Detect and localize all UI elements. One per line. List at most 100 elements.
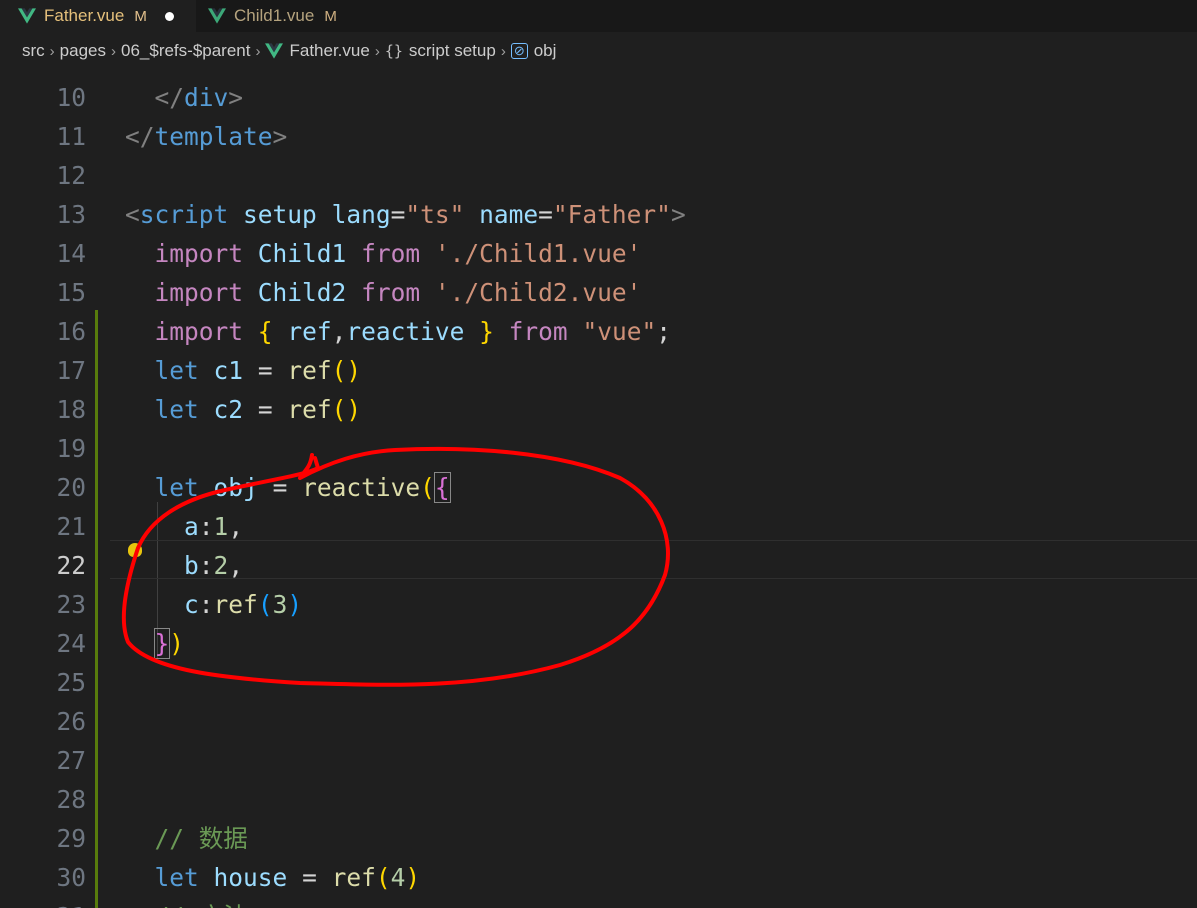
breadcrumb-item-folder[interactable]: 06_$refs-$parent: [121, 41, 250, 61]
chevron-right-icon: ›: [374, 42, 380, 60]
code-token: from: [508, 317, 568, 346]
breadcrumb-item-src[interactable]: src: [22, 41, 45, 61]
line-number: 30: [56, 863, 86, 892]
code-token: name: [479, 200, 539, 229]
code-token: template: [154, 122, 273, 151]
code-line[interactable]: 20 let obj = reactive({: [0, 468, 1197, 507]
code-line[interactable]: 17 let c1 = ref(): [0, 351, 1197, 390]
code-token: let: [154, 395, 199, 424]
code-token: ,: [228, 512, 244, 541]
code-text: b:2,: [125, 546, 243, 585]
code-token: Child1: [257, 239, 347, 268]
code-line[interactable]: 16 import { ref,reactive } from "vue";: [0, 312, 1197, 351]
code-token: =: [257, 395, 273, 424]
code-text: </div>: [125, 78, 244, 117]
line-number: 16: [56, 317, 86, 346]
code-line[interactable]: 12: [0, 156, 1197, 195]
code-token: </: [125, 122, 155, 151]
code-token: div: [184, 83, 229, 112]
code-token: <: [125, 200, 140, 229]
code-text: // 数据: [125, 819, 248, 858]
code-line[interactable]: 21 a:1,: [0, 507, 1197, 546]
code-token: ,: [331, 317, 347, 346]
code-line[interactable]: 19: [0, 429, 1197, 468]
breadcrumb-item-obj[interactable]: ⊘ obj: [510, 41, 556, 61]
line-number: 21: [56, 512, 86, 541]
line-number: 15: [56, 278, 86, 307]
code-token: =: [302, 863, 317, 892]
code-line[interactable]: 30 let house = ref(4): [0, 858, 1197, 897]
code-line[interactable]: 26: [0, 702, 1197, 741]
chevron-right-icon: ›: [49, 42, 55, 60]
modified-indicator: M: [134, 7, 147, 25]
code-token: =: [390, 200, 406, 229]
code-text: a:1,: [125, 507, 243, 546]
code-token: import: [154, 317, 244, 346]
breadcrumb-item-file[interactable]: Father.vue: [265, 41, 370, 61]
code-line[interactable]: 15 import Child2 from './Child2.vue': [0, 273, 1197, 312]
code-token: =: [257, 356, 273, 385]
code-line[interactable]: 24 }): [0, 624, 1197, 663]
code-line[interactable]: 18 let c2 = ref(): [0, 390, 1197, 429]
code-line[interactable]: 10 </div>: [0, 78, 1197, 117]
code-token: >: [272, 122, 288, 151]
code-line[interactable]: 14 import Child1 from './Child1.vue': [0, 234, 1197, 273]
code-line[interactable]: 22 b:2,: [0, 546, 1197, 585]
modified-indicator: M: [324, 7, 337, 25]
code-line[interactable]: 28: [0, 780, 1197, 819]
code-token: // 数据: [154, 824, 248, 853]
line-number: 25: [56, 668, 86, 697]
code-token: ): [169, 629, 185, 658]
code-token: {: [257, 317, 273, 346]
breadcrumb-item-script-setup[interactable]: {} script setup: [385, 41, 496, 61]
line-number: 19: [56, 434, 86, 463]
code-text: </template>: [125, 117, 287, 156]
tab-father-vue[interactable]: Father.vue M: [0, 0, 196, 32]
chevron-right-icon: ›: [111, 42, 116, 60]
code-text: <script setup lang="ts" name="Father">: [125, 195, 686, 234]
code-token: let: [154, 473, 199, 502]
code-token: {: [433, 472, 451, 503]
code-token: reactive: [346, 317, 465, 346]
code-token: let: [154, 863, 199, 892]
code-token: (: [257, 590, 273, 619]
code-token: "ts": [405, 200, 465, 229]
breadcrumb: src › pages › 06_$refs-$parent › Father.…: [0, 32, 1197, 70]
unsaved-dot-icon[interactable]: [164, 11, 174, 21]
code-token: c1: [213, 356, 244, 385]
code-token: from: [361, 278, 421, 307]
code-token: import: [154, 239, 244, 268]
code-token: 4: [390, 863, 406, 892]
code-token: './Child1.vue': [434, 239, 642, 268]
code-text: let c2 = ref(): [125, 390, 362, 429]
chevron-right-icon: ›: [500, 42, 506, 60]
code-line[interactable]: 31 // 方法: [0, 897, 1197, 908]
vue-file-icon: [18, 8, 36, 24]
line-number: 18: [56, 395, 86, 424]
code-line[interactable]: 11 </template>: [0, 117, 1197, 156]
line-number: 27: [56, 746, 86, 775]
line-number: 31: [0, 897, 86, 908]
code-line[interactable]: 13 <script setup lang="ts" name="Father">: [0, 195, 1197, 234]
breadcrumb-item-pages[interactable]: pages: [60, 41, 106, 61]
tab-child1-vue[interactable]: Child1.vue M: [208, 0, 337, 32]
code-line[interactable]: 23 c:ref(3): [0, 585, 1197, 624]
code-line[interactable]: 29 // 数据: [0, 819, 1197, 858]
code-editor[interactable]: 10 </div> 11 </template> 12 13 <script setup …: [0, 70, 1197, 908]
code-token: from: [361, 239, 421, 268]
code-line[interactable]: 27: [0, 741, 1197, 780]
code-token: house: [213, 863, 288, 892]
code-line[interactable]: 25: [0, 663, 1197, 702]
